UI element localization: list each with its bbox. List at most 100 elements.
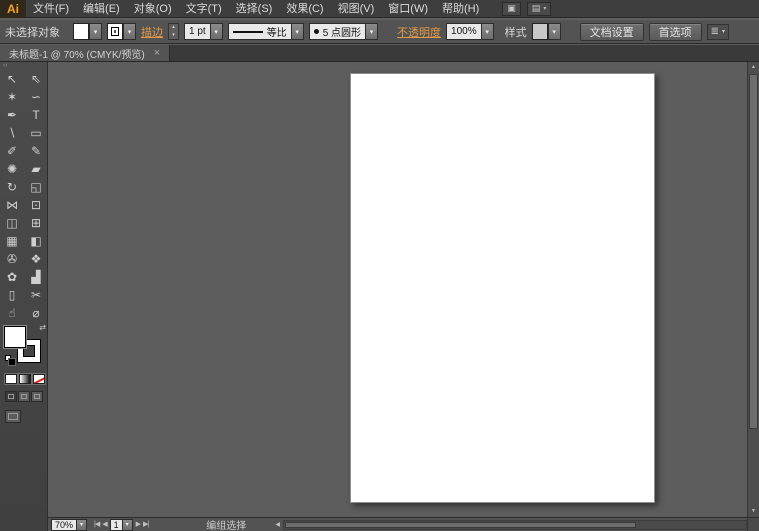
stroke-width-dropdown[interactable]: 1 pt ▾ bbox=[184, 23, 223, 40]
lasso-tool[interactable]: ∽ bbox=[24, 88, 48, 106]
preferences-button[interactable]: 首选项 bbox=[649, 23, 702, 41]
scroll-left-icon[interactable]: ◀ bbox=[272, 521, 283, 528]
fill-color-well[interactable] bbox=[4, 326, 26, 348]
opacity-panel-link[interactable]: 不透明度 bbox=[397, 24, 441, 40]
artboard-tool[interactable]: ▯ bbox=[0, 286, 24, 304]
chevron-down-icon[interactable]: ▾ bbox=[548, 23, 561, 40]
vertical-scrollbar-thumb[interactable] bbox=[749, 74, 758, 429]
scroll-up-icon[interactable]: ▲ bbox=[748, 62, 759, 73]
brush-preview-dot bbox=[314, 29, 319, 34]
hand-tool[interactable]: ☝ bbox=[0, 304, 24, 322]
rotate-tool[interactable]: ↻ bbox=[0, 178, 24, 196]
eraser-tool[interactable]: ▰ bbox=[24, 160, 48, 178]
scale-tool[interactable]: ◱ bbox=[24, 178, 48, 196]
opacity-value[interactable]: 100% bbox=[446, 23, 481, 40]
opacity-dropdown[interactable]: 100% ▾ bbox=[446, 23, 494, 40]
chevron-down-icon[interactable]: ▾ bbox=[76, 519, 87, 531]
control-panel-menu-button[interactable]: ≣ ▾ bbox=[707, 24, 729, 40]
menu-edit[interactable]: 编辑(E) bbox=[76, 0, 127, 18]
stroke-color-dropdown[interactable]: ▾ bbox=[107, 23, 136, 40]
direct-selection-tool[interactable]: ⇖ bbox=[24, 70, 48, 88]
brush-name: 5 点圆形 bbox=[323, 24, 361, 39]
swap-fill-stroke-icon[interactable]: ⇄ bbox=[39, 323, 46, 332]
document-setup-button[interactable]: 文档设置 bbox=[580, 23, 644, 41]
gradient-button[interactable] bbox=[19, 374, 31, 384]
chevron-down-icon[interactable]: ▾ bbox=[89, 23, 102, 40]
artboard-number[interactable]: 1 bbox=[110, 519, 122, 531]
eyedropper-tool[interactable]: ✇ bbox=[0, 250, 24, 268]
horizontal-scrollbar[interactable]: ◀ ▶ bbox=[272, 519, 758, 531]
stroke-width-value[interactable]: 1 pt bbox=[184, 23, 210, 40]
scroll-down-icon[interactable]: ▼ bbox=[748, 506, 759, 517]
zoom-tool[interactable]: ⌀ bbox=[24, 304, 48, 322]
brush-definition-dropdown[interactable]: 5 点圆形 ▾ bbox=[309, 23, 378, 40]
width-profile-preview bbox=[233, 31, 263, 33]
artboard[interactable] bbox=[350, 73, 655, 503]
last-artboard-button[interactable]: ▶| bbox=[143, 519, 148, 531]
first-artboard-button[interactable]: |◀ bbox=[94, 519, 99, 531]
tab-close-icon[interactable]: × bbox=[154, 48, 160, 59]
screen-mode-button[interactable] bbox=[5, 410, 21, 423]
pen-tool[interactable]: ✒ bbox=[0, 106, 24, 124]
free-transform-tool[interactable]: ⊡ bbox=[24, 196, 48, 214]
artboard-number-dropdown[interactable]: 1 ▾ bbox=[110, 519, 133, 531]
tools-panel-grip[interactable]: ‹‹ bbox=[0, 62, 47, 70]
stepper-down-icon[interactable]: ▾ bbox=[169, 32, 178, 40]
document-tab[interactable]: 未标题-1 @ 70% (CMYK/预览) × bbox=[0, 45, 170, 61]
menu-window[interactable]: 窗口(W) bbox=[381, 0, 435, 18]
paintbrush-tool[interactable]: ✐ bbox=[0, 142, 24, 160]
horizontal-scrollbar-track[interactable] bbox=[283, 520, 747, 530]
selection-tool[interactable]: ↖ bbox=[0, 70, 24, 88]
draw-normal-button[interactable] bbox=[5, 391, 17, 402]
workspace-switcher-button[interactable]: ▤ ▾ bbox=[527, 2, 552, 16]
menu-effect[interactable]: 效果(C) bbox=[279, 0, 330, 18]
zoom-value[interactable]: 70% bbox=[51, 519, 76, 531]
type-tool[interactable]: T bbox=[24, 106, 48, 124]
menu-object[interactable]: 对象(O) bbox=[127, 0, 179, 18]
rectangle-tool[interactable]: ▭ bbox=[24, 124, 48, 142]
magic-wand-tool[interactable]: ✶ bbox=[0, 88, 24, 106]
default-fill-stroke-icon[interactable] bbox=[5, 355, 11, 361]
draw-behind-button[interactable] bbox=[18, 391, 30, 402]
gradient-tool[interactable]: ◧ bbox=[24, 232, 48, 250]
chevron-down-icon[interactable]: ▾ bbox=[122, 519, 133, 531]
pencil-tool[interactable]: ✎ bbox=[24, 142, 48, 160]
stepper-up-icon[interactable]: ▴ bbox=[169, 24, 178, 32]
shape-builder-tool[interactable]: ◫ bbox=[0, 214, 24, 232]
slice-tool[interactable]: ✂ bbox=[24, 286, 48, 304]
blob-brush-tool[interactable]: ✺ bbox=[0, 160, 24, 178]
menu-help[interactable]: 帮助(H) bbox=[435, 0, 486, 18]
horizontal-scrollbar-thumb[interactable] bbox=[285, 522, 636, 528]
width-profile-dropdown[interactable]: 等比 ▾ bbox=[228, 23, 304, 40]
chevron-down-icon[interactable]: ▾ bbox=[291, 23, 304, 40]
none-button[interactable] bbox=[33, 374, 45, 384]
canvas-area[interactable] bbox=[48, 62, 747, 517]
menu-view[interactable]: 视图(V) bbox=[331, 0, 382, 18]
fill-color-dropdown[interactable]: ▾ bbox=[73, 23, 102, 40]
stroke-width-stepper[interactable]: ▴ ▾ bbox=[168, 23, 179, 40]
draw-inside-button[interactable] bbox=[31, 391, 43, 402]
menu-type[interactable]: 文字(T) bbox=[179, 0, 229, 18]
zoom-level-dropdown[interactable]: 70% ▾ bbox=[51, 519, 87, 531]
chevron-down-icon[interactable]: ▾ bbox=[481, 23, 494, 40]
mesh-tool[interactable]: ▦ bbox=[0, 232, 24, 250]
previous-artboard-button[interactable]: ◀ bbox=[102, 519, 106, 531]
symbol-sprayer-tool[interactable]: ✿ bbox=[0, 268, 24, 286]
status-indicator[interactable]: 编组选择 bbox=[206, 517, 246, 531]
arrange-documents-icon[interactable]: ▣ bbox=[502, 2, 521, 16]
next-artboard-button[interactable]: ▶ bbox=[136, 519, 140, 531]
style-dropdown[interactable]: ▾ bbox=[532, 23, 561, 40]
stroke-panel-link[interactable]: 描边 bbox=[141, 24, 163, 40]
line-segment-tool[interactable]: ∖ bbox=[0, 124, 24, 142]
width-tool[interactable]: ⋈ bbox=[0, 196, 24, 214]
menu-file[interactable]: 文件(F) bbox=[26, 0, 76, 18]
chevron-down-icon[interactable]: ▾ bbox=[365, 23, 378, 40]
menu-select[interactable]: 选择(S) bbox=[229, 0, 280, 18]
color-button[interactable] bbox=[5, 374, 17, 384]
vertical-scrollbar[interactable]: ▲ ▼ bbox=[747, 62, 759, 517]
blend-tool[interactable]: ❖ bbox=[24, 250, 48, 268]
chevron-down-icon[interactable]: ▾ bbox=[123, 23, 136, 40]
column-graph-tool[interactable]: ▟ bbox=[24, 268, 48, 286]
chevron-down-icon[interactable]: ▾ bbox=[210, 23, 223, 40]
perspective-grid-tool[interactable]: ⊞ bbox=[24, 214, 48, 232]
